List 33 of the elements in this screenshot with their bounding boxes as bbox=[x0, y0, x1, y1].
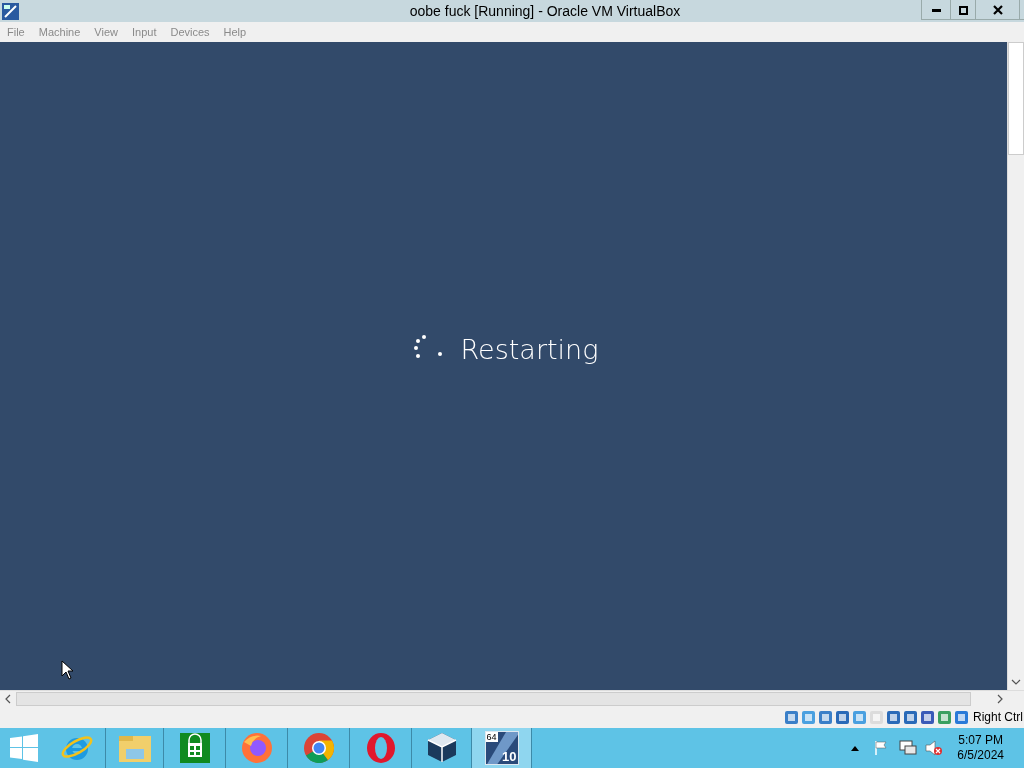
windows-logo-icon bbox=[10, 734, 38, 762]
close-button[interactable] bbox=[975, 0, 1020, 20]
clock-time[interactable]: 5:07 PM bbox=[958, 733, 1003, 748]
scroll-thumb[interactable] bbox=[1008, 42, 1024, 155]
fox-globe-icon bbox=[240, 732, 273, 764]
chrome-icon bbox=[302, 732, 335, 764]
clock-date[interactable]: 6/5/2024 bbox=[957, 748, 1004, 763]
menu-item[interactable]: File bbox=[7, 23, 25, 41]
badge-text: 64 bbox=[485, 732, 498, 742]
window-title: oobe fuck [Running] - Oracle VM VirtualBox bbox=[408, 1, 682, 21]
menu-item[interactable]: Machine bbox=[38, 23, 81, 41]
mouse-cursor-icon bbox=[61, 660, 74, 680]
menu-item[interactable]: Devices bbox=[170, 23, 210, 41]
restarting-text: Restarting bbox=[460, 332, 599, 367]
vertical-scrollbar[interactable] bbox=[1007, 42, 1024, 690]
scroll-down-icon[interactable] bbox=[1011, 678, 1021, 686]
menu-item[interactable]: Help bbox=[223, 23, 247, 41]
menu-item[interactable]: View bbox=[94, 23, 118, 41]
flag-icon[interactable] bbox=[873, 740, 890, 756]
speaker-muted-icon[interactable] bbox=[925, 740, 944, 756]
scroll-right-icon[interactable] bbox=[996, 693, 1004, 704]
taskbar-app[interactable]: 64 10 bbox=[472, 728, 532, 768]
app-icon bbox=[2, 2, 19, 20]
close-icon bbox=[992, 5, 1003, 15]
menu-item[interactable]: Input bbox=[131, 23, 157, 41]
cube-icon bbox=[425, 731, 458, 765]
scroll-left-icon[interactable] bbox=[4, 693, 12, 704]
host-key-text: Right Ctrl bbox=[973, 709, 1023, 726]
network-computer-icon[interactable] bbox=[899, 740, 918, 756]
badge-text: 10 bbox=[502, 750, 517, 764]
folder-icon bbox=[117, 733, 152, 763]
opera-icon bbox=[365, 732, 396, 764]
show-hidden-icons-icon[interactable] bbox=[851, 745, 860, 751]
